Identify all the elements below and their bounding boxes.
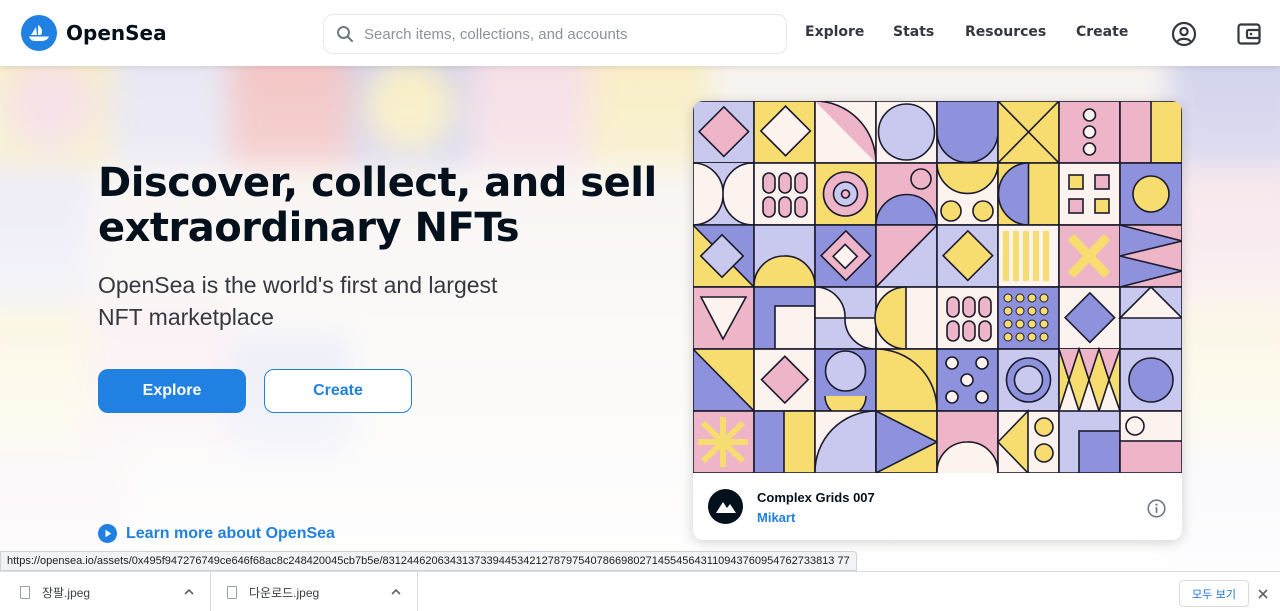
featured-nft-card[interactable]: Complex Grids 007 Mikart (693, 101, 1182, 540)
file-icon (20, 585, 30, 599)
search-bar[interactable] (323, 14, 787, 54)
nav-stats[interactable]: Stats (893, 24, 934, 40)
opensea-logo-icon (21, 15, 57, 51)
show-all-downloads-button[interactable]: 모두 보기 (1179, 580, 1249, 607)
link-preview-url: https://opensea.io/assets/0x495f94727674… (0, 551, 857, 571)
nft-card-footer: Complex Grids 007 Mikart (693, 473, 1182, 540)
nav-create[interactable]: Create (1076, 24, 1128, 40)
learn-more-label: Learn more about OpenSea (126, 524, 335, 542)
download-filename: 장팔.jpeg (42, 585, 91, 600)
wallet-icon[interactable] (1236, 21, 1262, 47)
explore-button[interactable]: Explore (98, 369, 246, 413)
hero-headline: Discover, collect, and sell extraordinar… (98, 160, 657, 251)
close-icon[interactable] (1257, 588, 1269, 600)
brand-name: OpenSea (66, 21, 167, 45)
hero-section: Discover, collect, and sell extraordinar… (0, 66, 1280, 571)
opensea-logo[interactable]: OpenSea (21, 15, 167, 51)
chevron-up-icon[interactable] (390, 586, 402, 598)
download-item[interactable]: 다운로드.jpeg (211, 572, 418, 611)
file-icon (227, 585, 237, 599)
learn-more-link[interactable]: Learn more about OpenSea (98, 524, 335, 543)
download-item[interactable]: 장팔.jpeg (0, 572, 211, 611)
download-filename: 다운로드.jpeg (249, 585, 320, 600)
nft-title[interactable]: Complex Grids 007 (757, 490, 875, 505)
create-button[interactable]: Create (264, 369, 412, 413)
nft-creator-link[interactable]: Mikart (757, 510, 795, 525)
search-icon (337, 26, 353, 42)
hero-subheadline: OpenSea is the world's first and largest… (98, 272, 498, 330)
play-circle-icon (98, 524, 117, 543)
nav-resources[interactable]: Resources (965, 24, 1046, 40)
account-icon[interactable] (1171, 21, 1197, 47)
top-nav-bar: OpenSea Explore Stats Resources Create (0, 0, 1280, 66)
download-shelf: 장팔.jpeg 다운로드.jpeg 모두 보기 (0, 571, 1280, 611)
nav-explore[interactable]: Explore (805, 24, 864, 40)
search-input[interactable] (364, 25, 764, 43)
info-icon[interactable] (1147, 499, 1166, 518)
creator-avatar[interactable] (708, 489, 743, 524)
chevron-up-icon[interactable] (183, 586, 195, 598)
featured-nft-image[interactable] (693, 101, 1182, 473)
